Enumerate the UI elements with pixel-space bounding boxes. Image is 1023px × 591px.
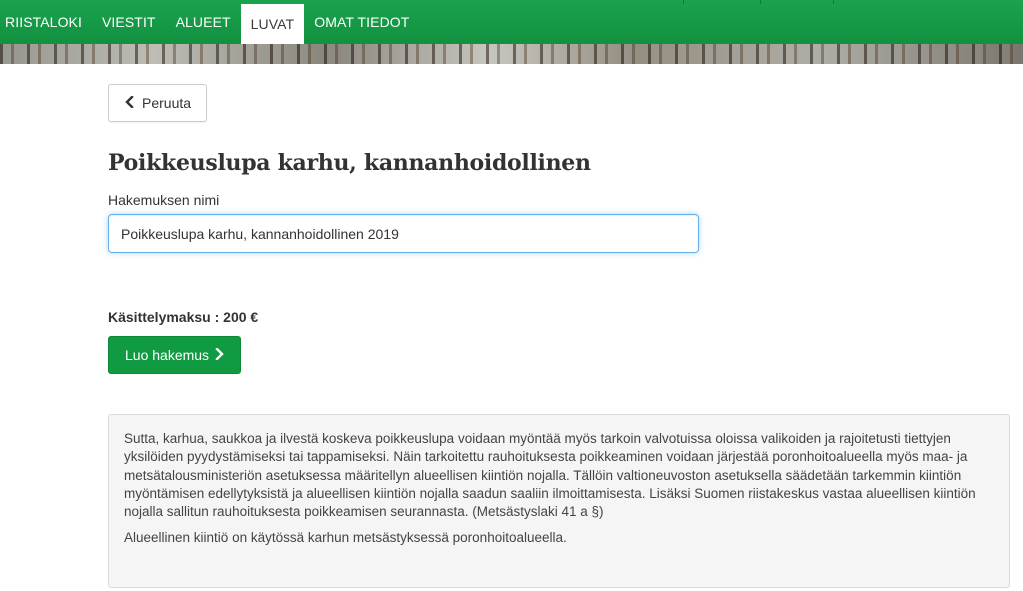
page-title: Poikkeuslupa karhu, kannanhoidollinen: [108, 150, 591, 176]
nav-item-riistaloki[interactable]: RIISTALOKI: [0, 0, 92, 44]
nav-item-omat-tiedot[interactable]: OMAT TIEDOT: [304, 0, 419, 44]
main-content: Peruuta Poikkeuslupa karhu, kannanhoidol…: [108, 84, 1010, 588]
nav-item-luvat[interactable]: LUVAT: [240, 4, 305, 44]
application-name-label: Hakemuksen nimi: [108, 192, 220, 208]
chevron-right-icon-svg: [215, 347, 224, 361]
header-divider: [833, 0, 834, 4]
handling-fee: Käsittelymaksu : 200 €: [108, 309, 259, 325]
header-divider: [683, 0, 684, 4]
cancel-button[interactable]: Peruuta: [108, 84, 208, 122]
chevron-left-icon: [125, 95, 134, 110]
create-button-label: Luo hakemus: [125, 347, 210, 363]
nav-item-alueet[interactable]: ALUEET: [166, 0, 241, 44]
info-paragraph: Sutta, karhua, saukkoa ja ilvestä koskev…: [124, 431, 976, 520]
header-dividers: [683, 0, 843, 4]
chevron-left-icon-svg: [125, 95, 134, 109]
info-box: Sutta, karhua, saukkoa ja ilvestä koskev…: [108, 414, 1010, 588]
nav-item-viestit[interactable]: VIESTIT: [92, 0, 166, 44]
application-name-input[interactable]: [108, 214, 699, 253]
top-navigation: RIISTALOKI VIESTIT ALUEET LUVAT OMAT TIE…: [0, 0, 1023, 44]
create-application-button[interactable]: Luo hakemus: [108, 336, 242, 374]
cancel-button-label: Peruuta: [142, 95, 192, 111]
header-divider: [760, 0, 761, 4]
forest-banner: [0, 44, 1023, 64]
chevron-right-icon: [215, 347, 224, 362]
info-paragraph: Alueellinen kiintiö on käytössä karhun m…: [124, 530, 567, 546]
